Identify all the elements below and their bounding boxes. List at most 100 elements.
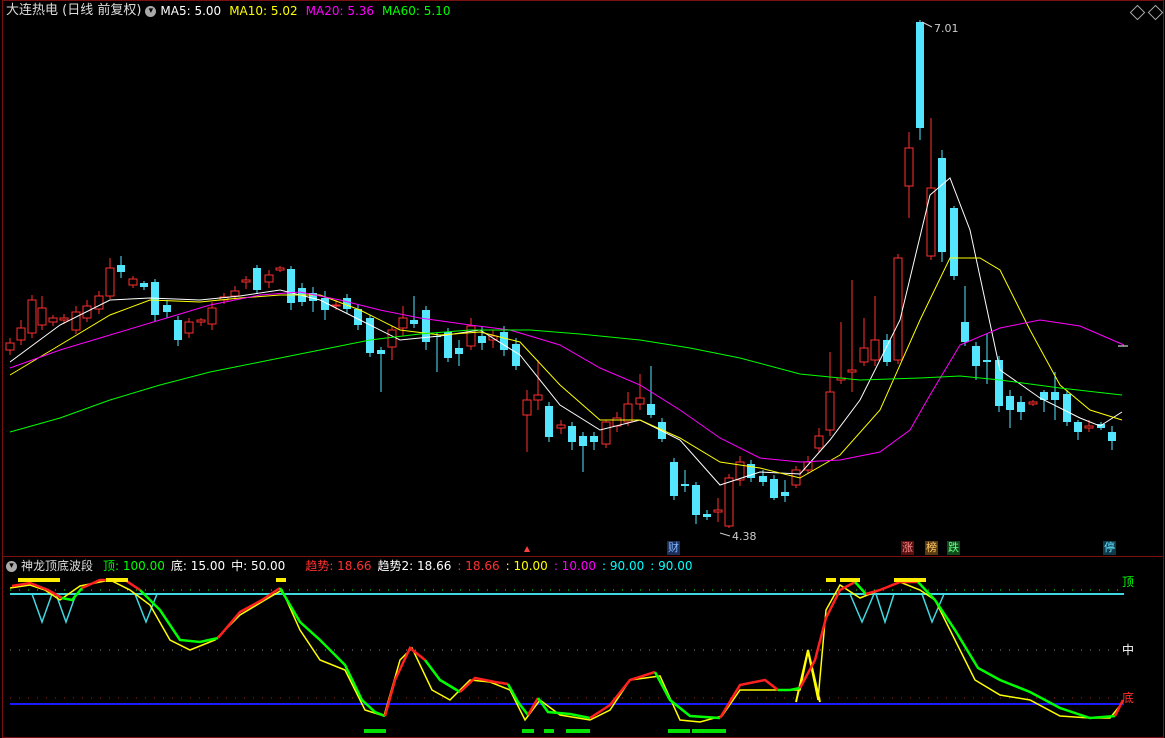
candle-body — [825, 391, 835, 431]
trend-line-segment — [718, 678, 779, 719]
candle-body — [241, 279, 251, 283]
indicator-param: : 90.00 — [650, 559, 693, 573]
axis-label-top: 顶 — [1122, 575, 1135, 589]
candle-body — [770, 479, 778, 498]
candle-body — [545, 406, 553, 437]
trend-line-segment — [139, 589, 219, 644]
candle-body — [117, 265, 125, 272]
candle-body — [1108, 432, 1116, 441]
main-legend: 大连热电 (日线 前复权) ▾ MA5: 5.00 MA10: 5.02 MA20:… — [6, 2, 462, 20]
candle-body — [387, 329, 397, 348]
indicator-param: : 10.00 — [553, 559, 597, 573]
candle-body — [140, 283, 148, 287]
candle-body — [398, 317, 408, 329]
candle-body — [105, 267, 115, 297]
ma-legend-item: MA10: 5.02 — [229, 4, 298, 18]
kline-chart[interactable]: 7.01 4.38 — [0, 0, 1165, 738]
candle-body — [635, 397, 645, 405]
candle-body — [1006, 396, 1014, 410]
candle-body — [478, 336, 486, 343]
candle-body — [556, 424, 566, 429]
candle-body — [354, 309, 362, 325]
trend-line-segment — [589, 670, 656, 720]
candle-body — [444, 332, 452, 358]
candle-body — [1097, 424, 1105, 428]
candle-body — [533, 394, 543, 401]
candle-body — [163, 305, 171, 312]
candle-body — [904, 147, 914, 187]
candle-body — [455, 348, 463, 354]
indicator-dropdown-icon[interactable]: ▾ — [6, 560, 17, 572]
indicator-param: : 90.00 — [602, 559, 645, 573]
candle-body — [814, 435, 824, 449]
candle-body — [950, 208, 958, 276]
candle-body — [466, 325, 476, 347]
candle-body — [59, 317, 69, 321]
candle-body — [870, 339, 880, 361]
candle-body — [1074, 422, 1082, 432]
candle-body — [264, 274, 274, 283]
low-marker — [719, 532, 731, 537]
candle-body — [128, 278, 138, 286]
indicator-param: : 10.00 — [505, 559, 548, 573]
ma-legend-item: MA60: 5.10 — [382, 4, 451, 18]
top-dip-line — [875, 593, 895, 625]
candle-body — [926, 187, 936, 257]
candle-body — [1063, 394, 1071, 422]
candle-body — [377, 350, 385, 354]
axis-label-mid: 中 — [1122, 643, 1135, 657]
candle-body — [579, 436, 587, 446]
ma-legend-item: MA5: 5.00 — [160, 4, 222, 18]
event-tag[interactable]: 跌 — [947, 541, 960, 555]
candle-body — [938, 158, 946, 252]
candle-body — [623, 403, 633, 423]
trend-line-segment — [506, 683, 529, 716]
candle-body — [253, 268, 261, 290]
bottom-signal-marker — [364, 729, 386, 733]
candle-body — [601, 421, 611, 445]
candle-body — [647, 404, 655, 415]
candle-body — [230, 290, 240, 297]
candle-body — [781, 492, 789, 496]
chart-title: 大连热电 (日线 前复权) — [6, 3, 142, 18]
ma-legend: MA5: 5.00 MA10: 5.02 MA20: 5.36 MA60: 5.10 — [160, 2, 458, 20]
candle-body — [37, 307, 47, 326]
ma-legend-item: MA20: 5.36 — [305, 4, 375, 18]
candle-body — [174, 320, 182, 340]
event-tag[interactable]: 财 — [667, 541, 680, 555]
bottom-signal-marker — [544, 729, 554, 733]
event-tag[interactable]: 停 — [1103, 541, 1116, 555]
indicator-param: 趋势2: 18.66 — [377, 559, 452, 573]
candle-body — [703, 514, 711, 517]
indicator-param: 趋势: 18.66 — [305, 559, 372, 573]
candle-body — [1017, 402, 1025, 412]
high-price-label: 7.01 — [934, 22, 959, 35]
trend-line-segment — [459, 676, 509, 693]
trend-line-segment — [526, 697, 540, 716]
event-tag[interactable]: 涨 — [901, 541, 914, 555]
indicator-param: 中: 50.00 — [231, 559, 286, 573]
fast-line — [9, 579, 1124, 723]
dropdown-icon[interactable]: ▾ — [145, 5, 157, 17]
candle-body — [568, 426, 576, 442]
candle-body — [916, 22, 924, 128]
top-dip-line — [31, 593, 53, 625]
ma10-line — [9, 257, 1123, 479]
candle-body — [972, 346, 980, 366]
bottom-signal-marker — [566, 729, 590, 733]
candle-body — [961, 322, 969, 342]
candle-body — [1084, 425, 1094, 429]
candle-body — [287, 269, 295, 303]
candle-body — [522, 399, 532, 416]
candle-body — [27, 299, 37, 334]
trend-line-segment — [865, 580, 918, 596]
candle-body — [983, 360, 991, 362]
trend-line-segment — [854, 581, 867, 595]
candle-body — [410, 320, 418, 324]
indicator-param: 顶: 100.00 — [103, 559, 165, 573]
bottom-signal-marker — [522, 729, 534, 733]
event-tag[interactable]: 榜 — [925, 541, 938, 555]
top-dip-line — [134, 593, 158, 625]
candle-body — [847, 369, 857, 373]
candle-body — [5, 342, 15, 351]
